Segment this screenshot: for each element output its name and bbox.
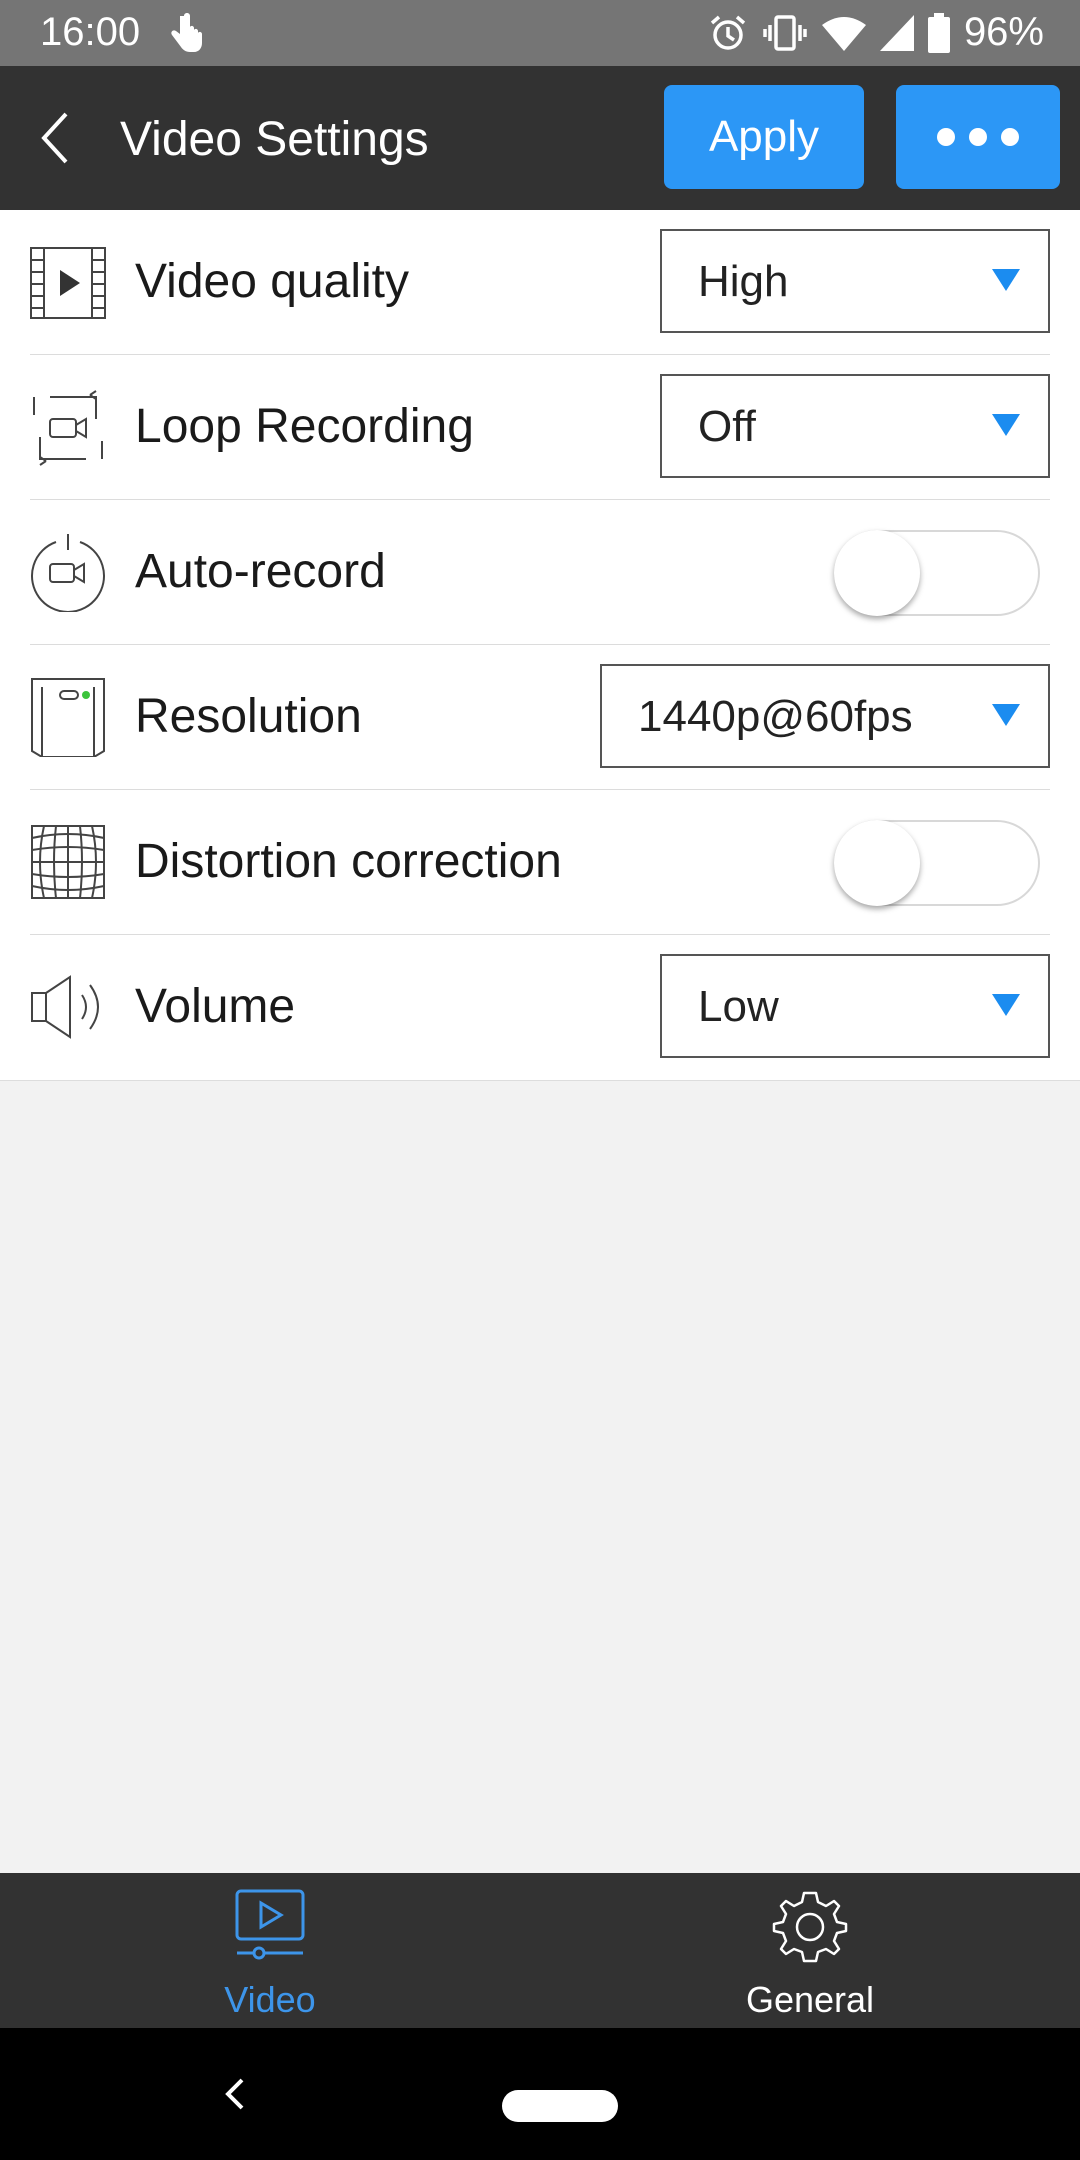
more-options-button[interactable] (896, 85, 1060, 189)
resolution-dropdown[interactable]: 1440p@60fps (600, 664, 1050, 768)
tab-video[interactable]: Video (0, 1873, 540, 2028)
dropdown-value: 1440p@60fps (638, 692, 913, 741)
more-dot-icon (1001, 128, 1019, 146)
loop-camera-icon (33, 390, 103, 466)
dropdown-caret-icon (992, 269, 1020, 291)
wifi-icon (821, 16, 866, 51)
volume-dropdown[interactable]: Low (660, 954, 1050, 1058)
more-dot-icon (937, 128, 955, 146)
apply-button[interactable]: Apply (664, 85, 864, 189)
battery-percent: 96% (963, 10, 1044, 54)
speaker-icon (31, 975, 99, 1039)
status-time: 16:00 (40, 10, 141, 54)
setting-label: Auto-record (135, 545, 386, 598)
toggle-knob (834, 530, 920, 616)
app-bar: Video Settings Apply (0, 66, 1080, 210)
setting-row-auto-record: Auto-record (0, 500, 1080, 645)
system-home-pill[interactable] (502, 2090, 618, 2122)
setting-row-resolution: Resolution 1440p@60fps (0, 645, 1080, 790)
setting-label: Resolution (135, 690, 362, 743)
distortion-grid-icon (31, 825, 105, 899)
touch-icon (171, 13, 202, 52)
back-arrow-icon[interactable] (36, 110, 76, 166)
dropdown-caret-icon (992, 994, 1020, 1016)
setting-row-video-quality: Video quality High (0, 210, 1080, 355)
setting-label: Loop Recording (135, 400, 474, 453)
status-icons: 96% (708, 10, 1044, 55)
loop-recording-dropdown[interactable]: Off (660, 374, 1050, 478)
dropdown-value: Off (698, 402, 756, 451)
dropdown-value: High (698, 257, 789, 306)
dropdown-caret-icon (992, 704, 1020, 726)
signal-icon (879, 14, 914, 51)
status-bar: 16:00 96% (0, 0, 1080, 66)
tab-general-label: General (745, 1979, 875, 2020)
tab-general[interactable]: General (540, 1873, 1080, 2028)
setting-row-loop-recording: Loop Recording Off (0, 355, 1080, 500)
setting-label: Distortion correction (135, 835, 562, 888)
distortion-correction-toggle[interactable] (834, 820, 1040, 906)
bottom-navigation: Video General (0, 1873, 1080, 2028)
toggle-knob (834, 820, 920, 906)
film-play-icon (30, 247, 106, 319)
battery-icon (927, 12, 950, 53)
dropdown-value: Low (698, 982, 779, 1031)
power-camera-icon (31, 534, 105, 612)
vibrate-icon (763, 14, 807, 51)
setting-label: Video quality (135, 255, 409, 308)
auto-record-toggle[interactable] (834, 530, 1040, 616)
setting-label: Volume (135, 980, 296, 1033)
setting-row-volume: Volume Low (0, 935, 1080, 1080)
video-tab-icon (235, 1889, 305, 1960)
alarm-icon (710, 15, 746, 50)
tab-video-label: Video (224, 1979, 316, 2020)
more-dot-icon (969, 128, 987, 146)
device-resolution-icon (31, 678, 105, 757)
gear-icon (772, 1891, 848, 1963)
dropdown-caret-icon (992, 414, 1020, 436)
setting-row-distortion-correction: Distortion correction (0, 790, 1080, 935)
video-quality-dropdown[interactable]: High (660, 229, 1050, 333)
system-navigation-bar (0, 2028, 1080, 2160)
system-back-icon[interactable] (222, 2076, 246, 2112)
settings-list: Video quality High Loop Recording Off Au… (0, 210, 1080, 1081)
page-title: Video Settings (120, 113, 429, 166)
